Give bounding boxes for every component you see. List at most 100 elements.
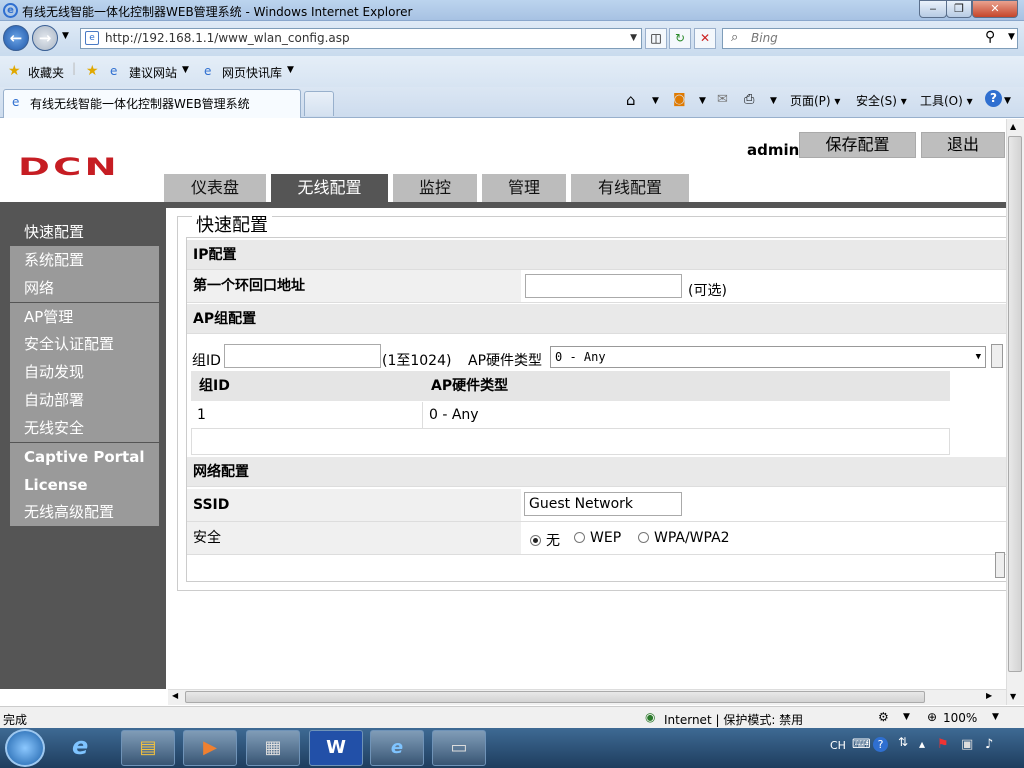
- optional-hint: (可选): [688, 283, 727, 299]
- search-icon[interactable]: ⚲: [985, 29, 995, 45]
- help-icon[interactable]: ?: [985, 90, 1002, 107]
- sidebar-item-captive-portal[interactable]: Captive Portal: [10, 443, 159, 471]
- tray-arrows-icon[interactable]: ⇅: [898, 735, 908, 749]
- protected-dropdown-icon[interactable]: ▼: [903, 712, 910, 722]
- stop-icon[interactable]: ✕: [694, 28, 716, 49]
- start-button[interactable]: [5, 729, 45, 767]
- home-icon[interactable]: ⌂: [626, 91, 636, 109]
- zoom-icon[interactable]: ⊕: [927, 710, 937, 724]
- sidebar-item-wireless-security[interactable]: 无线安全: [10, 414, 159, 442]
- sidebar-item-ap-management[interactable]: AP管理: [10, 303, 159, 331]
- loopback-input[interactable]: [525, 274, 682, 298]
- feeds-icon[interactable]: ◙: [673, 92, 686, 107]
- horizontal-scroll-thumb[interactable]: [185, 691, 925, 703]
- search-input[interactable]: Bing: [722, 28, 1018, 49]
- ie-taskbar-icon[interactable]: e: [72, 732, 88, 760]
- sidebar-item-security-auth[interactable]: 安全认证配置: [10, 330, 159, 358]
- security-option-none[interactable]: 无: [530, 530, 560, 550]
- tab-dashboard[interactable]: 仪表盘: [164, 174, 266, 202]
- sidebar-item-license[interactable]: License: [10, 471, 159, 499]
- forward-button[interactable]: →: [32, 25, 58, 51]
- explorer-taskbar-icon[interactable]: ▤: [121, 730, 175, 766]
- suggested-sites-link[interactable]: 建议网站: [129, 64, 177, 81]
- mail-icon[interactable]: ✉: [717, 92, 728, 107]
- add-favorite-icon[interactable]: ★: [86, 63, 99, 79]
- browser-tab-active[interactable]: e 有线无线智能一体化控制器WEB管理系统: [3, 89, 301, 118]
- app-taskbar-icon[interactable]: ▦: [246, 730, 300, 766]
- feeds-dropdown-icon[interactable]: ▼: [699, 96, 706, 106]
- bing-logo-icon: ⌕: [731, 30, 739, 45]
- scroll-up-icon[interactable]: ▲: [1010, 122, 1016, 131]
- search-dropdown-icon[interactable]: ▼: [1008, 32, 1015, 42]
- tab-bar: e 有线无线智能一体化控制器WEB管理系统 ⌂ ▼ ◙ ▼ ✉ ⎙ ▼ 页面(P…: [0, 87, 1024, 118]
- group-id-range: (1至1024): [382, 353, 452, 369]
- webslice-dropdown-icon[interactable]: ▼: [287, 65, 294, 75]
- scroll-down-icon[interactable]: ▼: [1010, 692, 1016, 701]
- sidebar-item-advanced-wireless[interactable]: 无线高级配置: [10, 498, 159, 526]
- refresh-icon[interactable]: ↻: [669, 28, 691, 49]
- logout-button[interactable]: 退出: [921, 132, 1005, 158]
- tray-expand-icon[interactable]: ▴: [919, 737, 925, 751]
- print-icon[interactable]: ⎙: [744, 92, 754, 107]
- tab-wireless-config[interactable]: 无线配置: [271, 174, 388, 202]
- tab-management[interactable]: 管理: [482, 174, 566, 202]
- volume-icon[interactable]: ♪: [985, 737, 993, 752]
- compatibility-icon[interactable]: ◫: [645, 28, 667, 49]
- ie-active-taskbar-icon[interactable]: e: [370, 730, 424, 766]
- ssid-input[interactable]: Guest Network: [524, 492, 682, 516]
- flag-icon[interactable]: ⚑: [937, 737, 949, 752]
- network-icon[interactable]: ▣: [961, 737, 973, 752]
- help-tray-icon[interactable]: ?: [873, 737, 888, 752]
- ie-page-icon: e: [204, 64, 212, 78]
- network-config-header: 网络配置: [187, 457, 1006, 487]
- new-tab-button[interactable]: [304, 91, 334, 116]
- help-dropdown-icon[interactable]: ▼: [1004, 96, 1011, 106]
- group-id-input[interactable]: [224, 344, 381, 368]
- hw-type-select[interactable]: 0 - Any ▼: [550, 346, 986, 368]
- favorites-star-icon: ★: [8, 63, 21, 79]
- tools-menu[interactable]: 工具(O) ▾: [920, 92, 973, 109]
- maximize-button[interactable]: ❐: [946, 0, 972, 18]
- sidebar-item-quick-config[interactable]: 快速配置: [10, 218, 159, 246]
- favorites-bar: ★ 收藏夹 | ★ e 建议网站 ▼ e 网页快讯库 ▼: [0, 56, 1024, 87]
- sidebar-item-network[interactable]: 网络: [10, 274, 159, 302]
- tab-monitor[interactable]: 监控: [393, 174, 477, 202]
- hw-type-label: AP硬件类型: [468, 353, 543, 369]
- minimize-button[interactable]: ‒: [919, 0, 947, 18]
- zoom-dropdown-icon[interactable]: ▼: [992, 712, 999, 722]
- tab-wired-config[interactable]: 有线配置: [571, 174, 689, 202]
- history-dropdown-icon[interactable]: ▼: [62, 31, 69, 41]
- home-dropdown-icon[interactable]: ▼: [652, 96, 659, 106]
- document-taskbar-icon[interactable]: ▭: [432, 730, 486, 766]
- ie-icon: e: [3, 3, 18, 18]
- sidebar-item-system-config[interactable]: 系统配置: [10, 246, 159, 274]
- address-input[interactable]: e http://192.168.1.1/www_wlan_config.asp…: [80, 28, 642, 49]
- suggested-dropdown-icon[interactable]: ▼: [182, 65, 189, 75]
- print-dropdown-icon[interactable]: ▼: [770, 96, 777, 106]
- submit-button[interactable]: [995, 552, 1005, 578]
- web-slice-link[interactable]: 网页快讯库: [222, 64, 282, 81]
- address-dropdown-icon[interactable]: ▼: [630, 29, 637, 48]
- add-group-button[interactable]: [991, 344, 1003, 368]
- zoom-level[interactable]: 100%: [943, 711, 977, 725]
- scroll-left-icon[interactable]: ◀: [172, 691, 178, 700]
- radio-icon: [574, 532, 585, 543]
- safety-menu[interactable]: 安全(S) ▾: [856, 92, 907, 109]
- scroll-right-icon[interactable]: ▶: [986, 691, 992, 700]
- sidebar-item-auto-discovery[interactable]: 自动发现: [10, 358, 159, 386]
- word-taskbar-icon[interactable]: W: [309, 730, 363, 766]
- keyboard-icon[interactable]: ⌨: [852, 737, 871, 752]
- sidebar-item-auto-deploy[interactable]: 自动部署: [10, 386, 159, 414]
- security-option-wep[interactable]: WEP: [574, 530, 621, 546]
- close-button[interactable]: ✕: [972, 0, 1018, 18]
- table-header-group-id: 组ID: [191, 371, 423, 401]
- security-option-wpa[interactable]: WPA/WPA2: [638, 530, 730, 546]
- language-indicator[interactable]: CH: [830, 739, 846, 752]
- favorites-button[interactable]: 收藏夹: [28, 64, 64, 81]
- back-button[interactable]: ←: [3, 25, 29, 51]
- page-menu[interactable]: 页面(P) ▾: [790, 92, 840, 109]
- media-player-taskbar-icon[interactable]: ▶: [183, 730, 237, 766]
- protected-mode-icon[interactable]: ⚙: [878, 710, 889, 724]
- save-config-button[interactable]: 保存配置: [799, 132, 916, 158]
- vertical-scroll-thumb[interactable]: [1008, 136, 1022, 672]
